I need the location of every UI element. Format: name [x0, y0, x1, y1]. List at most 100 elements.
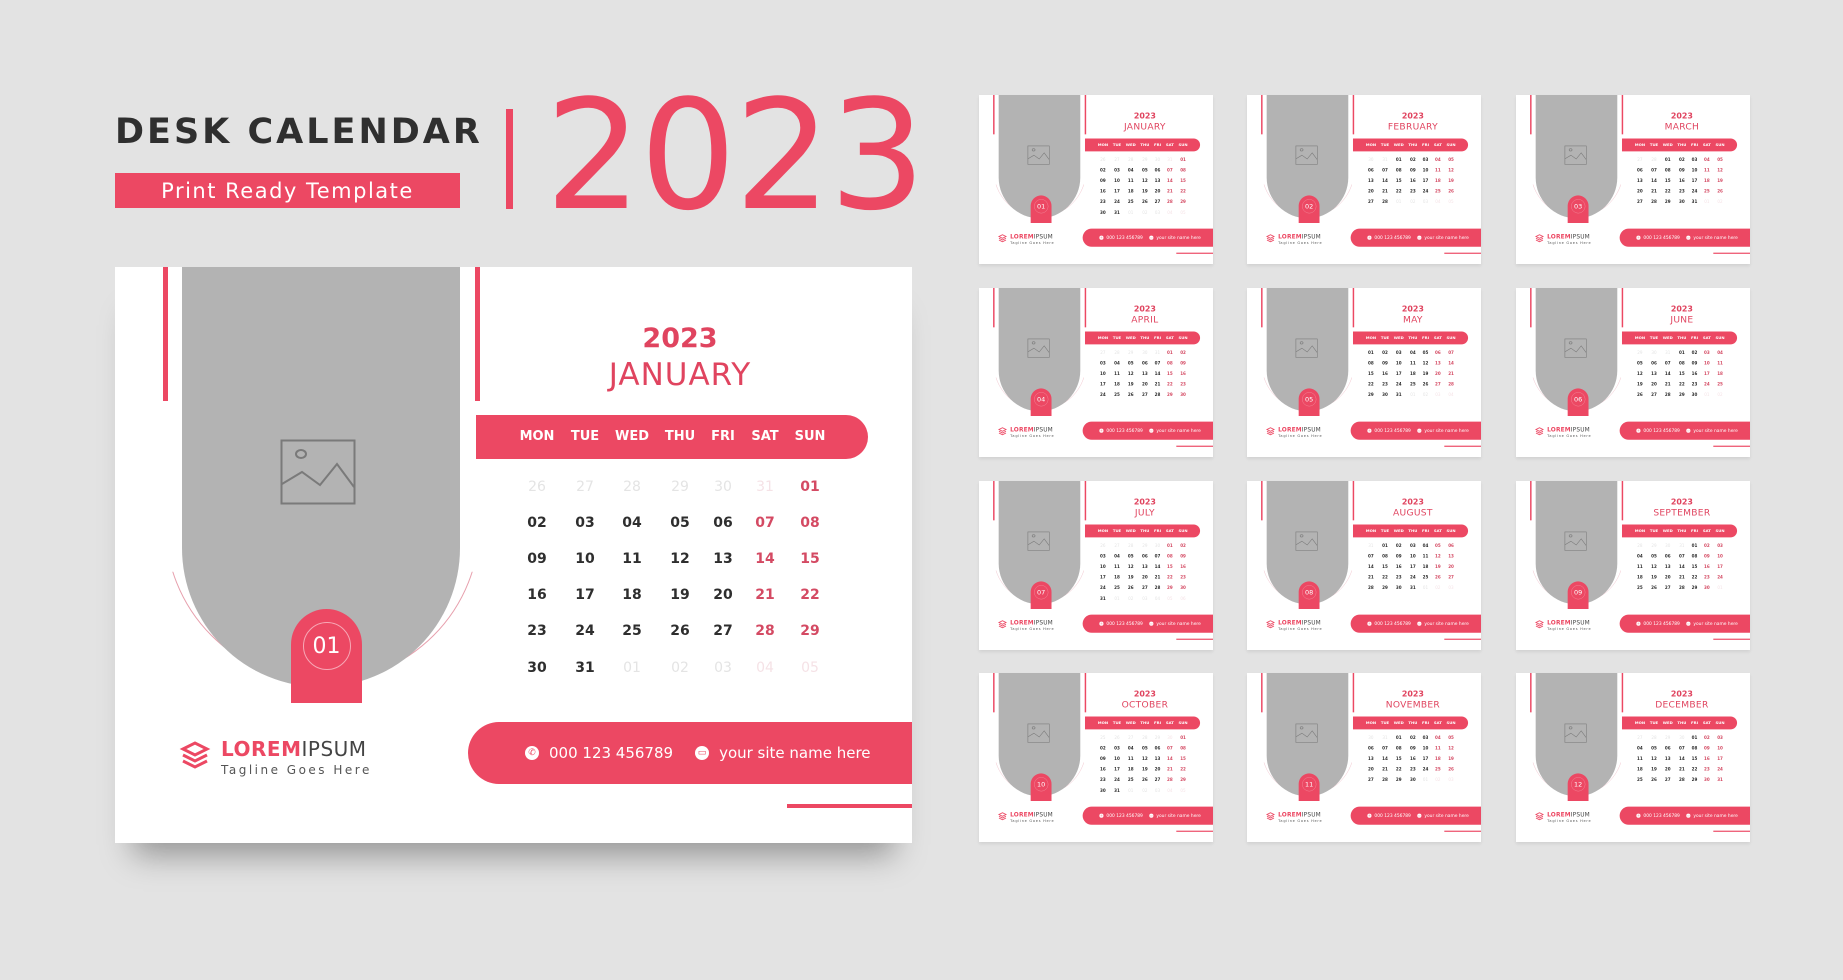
- day-cell[interactable]: 26: [1125, 586, 1137, 591]
- day-cell[interactable]: 11: [1125, 756, 1137, 761]
- day-cell[interactable]: 26: [1139, 778, 1151, 783]
- day-cell[interactable]: 09: [1701, 554, 1713, 559]
- day-cell[interactable]: 06: [1365, 746, 1377, 751]
- day-cell[interactable]: 27: [1662, 586, 1674, 591]
- day-cell[interactable]: 04: [1445, 393, 1457, 398]
- day-cell[interactable]: 31: [1714, 778, 1726, 783]
- day-cell[interactable]: 05: [1445, 735, 1457, 740]
- day-cell[interactable]: 04: [1701, 157, 1713, 162]
- day-cell[interactable]: 29: [1164, 393, 1176, 398]
- day-cell[interactable]: 21: [745, 587, 785, 603]
- day-cell[interactable]: 22: [1393, 189, 1405, 194]
- day-cell[interactable]: 06: [1662, 554, 1674, 559]
- day-cell[interactable]: 30: [1676, 735, 1688, 740]
- day-cell[interactable]: 06: [703, 515, 743, 531]
- day-cell[interactable]: 02: [1177, 350, 1189, 355]
- day-cell[interactable]: 09: [1676, 168, 1688, 173]
- day-cell[interactable]: 18: [1111, 382, 1123, 387]
- day-cell[interactable]: 29: [1177, 200, 1189, 205]
- day-cell[interactable]: 19: [1445, 756, 1457, 761]
- day-cell[interactable]: 25: [1125, 200, 1137, 205]
- day-cell[interactable]: 30: [1097, 788, 1109, 793]
- day-cell[interactable]: 27: [1634, 157, 1646, 162]
- day-cell[interactable]: 27: [1097, 350, 1109, 355]
- day-cell[interactable]: 19: [1648, 767, 1660, 772]
- day-cell[interactable]: 25: [1111, 393, 1123, 398]
- day-cell[interactable]: 09: [1393, 554, 1405, 559]
- day-cell[interactable]: 17: [1701, 371, 1713, 376]
- day-cell[interactable]: 14: [1365, 564, 1377, 569]
- day-cell[interactable]: 11: [1407, 361, 1419, 366]
- day-cell[interactable]: 03: [1420, 735, 1432, 740]
- day-cell[interactable]: 16: [1701, 564, 1713, 569]
- day-cell[interactable]: 16: [1407, 178, 1419, 183]
- day-cell[interactable]: 31: [1152, 350, 1164, 355]
- day-cell[interactable]: 05: [1648, 746, 1660, 751]
- day-cell[interactable]: 30: [1701, 586, 1713, 591]
- day-cell[interactable]: 28: [1379, 778, 1391, 783]
- day-cell[interactable]: 31: [1379, 157, 1391, 162]
- day-cell[interactable]: 30: [703, 479, 743, 495]
- day-cell[interactable]: 21: [1676, 575, 1688, 580]
- day-cell[interactable]: 03: [565, 515, 605, 531]
- day-cell[interactable]: 01: [1420, 586, 1432, 591]
- day-cell[interactable]: 08: [1177, 746, 1189, 751]
- day-cell[interactable]: 24: [1097, 586, 1109, 591]
- day-cell[interactable]: 28: [745, 623, 785, 639]
- day-cell[interactable]: 13: [1365, 178, 1377, 183]
- day-cell[interactable]: 15: [1689, 756, 1701, 761]
- day-cell[interactable]: 28: [1139, 735, 1151, 740]
- day-cell[interactable]: 10: [1097, 564, 1109, 569]
- day-cell[interactable]: 13: [1662, 564, 1674, 569]
- day-cell[interactable]: 25: [1407, 382, 1419, 387]
- day-cell[interactable]: 22: [1689, 575, 1701, 580]
- day-cell[interactable]: 14: [1662, 371, 1674, 376]
- day-cell[interactable]: 05: [1177, 210, 1189, 215]
- day-cell[interactable]: 21: [1648, 189, 1660, 194]
- day-cell[interactable]: 25: [1097, 735, 1109, 740]
- day-cell[interactable]: 21: [1152, 382, 1164, 387]
- day-cell[interactable]: 10: [1689, 168, 1701, 173]
- day-cell[interactable]: 02: [1125, 596, 1137, 601]
- day-cell[interactable]: 03: [1139, 596, 1151, 601]
- day-cell[interactable]: 27: [1634, 735, 1646, 740]
- day-cell[interactable]: 02: [1407, 735, 1419, 740]
- day-cell[interactable]: 11: [1420, 554, 1432, 559]
- day-cell[interactable]: 26: [1097, 543, 1109, 548]
- day-cell[interactable]: 15: [1689, 564, 1701, 569]
- day-cell[interactable]: 05: [1445, 157, 1457, 162]
- day-cell[interactable]: 02: [1177, 543, 1189, 548]
- day-cell[interactable]: 04: [1432, 157, 1444, 162]
- day-cell[interactable]: 10: [1420, 168, 1432, 173]
- thumbnail-june[interactable]: 06 LOREMIPSUM Tagline Goes Here 2023 JUNE MON…: [1516, 288, 1750, 457]
- day-cell[interactable]: 06: [1139, 361, 1151, 366]
- day-cell[interactable]: 25: [1634, 778, 1646, 783]
- day-cell[interactable]: 02: [1701, 735, 1713, 740]
- day-cell[interactable]: 02: [1714, 393, 1726, 398]
- day-cell[interactable]: 15: [1365, 371, 1377, 376]
- day-cell[interactable]: 17: [1407, 564, 1419, 569]
- day-cell[interactable]: 30: [1648, 350, 1660, 355]
- day-cell[interactable]: 28: [1164, 200, 1176, 205]
- day-cell[interactable]: 22: [1177, 767, 1189, 772]
- day-cell[interactable]: 23: [1177, 575, 1189, 580]
- day-cell[interactable]: 13: [1139, 564, 1151, 569]
- day-cell[interactable]: 19: [1714, 178, 1726, 183]
- day-cell[interactable]: 30: [1097, 210, 1109, 215]
- day-cell[interactable]: 28: [1648, 200, 1660, 205]
- day-cell[interactable]: 20: [1139, 382, 1151, 387]
- day-cell[interactable]: 21: [1365, 575, 1377, 580]
- day-cell[interactable]: 01: [1676, 350, 1688, 355]
- day-cell[interactable]: 16: [1097, 767, 1109, 772]
- day-cell[interactable]: 05: [790, 660, 830, 676]
- day-cell[interactable]: 27: [1662, 778, 1674, 783]
- day-cell[interactable]: 20: [1634, 189, 1646, 194]
- day-cell[interactable]: 01: [1125, 788, 1137, 793]
- day-cell[interactable]: 03: [1689, 157, 1701, 162]
- day-cell[interactable]: 22: [1662, 189, 1674, 194]
- day-cell[interactable]: 25: [1432, 189, 1444, 194]
- day-cell[interactable]: 23: [1393, 575, 1405, 580]
- day-cell[interactable]: 16: [1676, 178, 1688, 183]
- day-cell[interactable]: 09: [1407, 168, 1419, 173]
- day-cell[interactable]: 12: [1420, 361, 1432, 366]
